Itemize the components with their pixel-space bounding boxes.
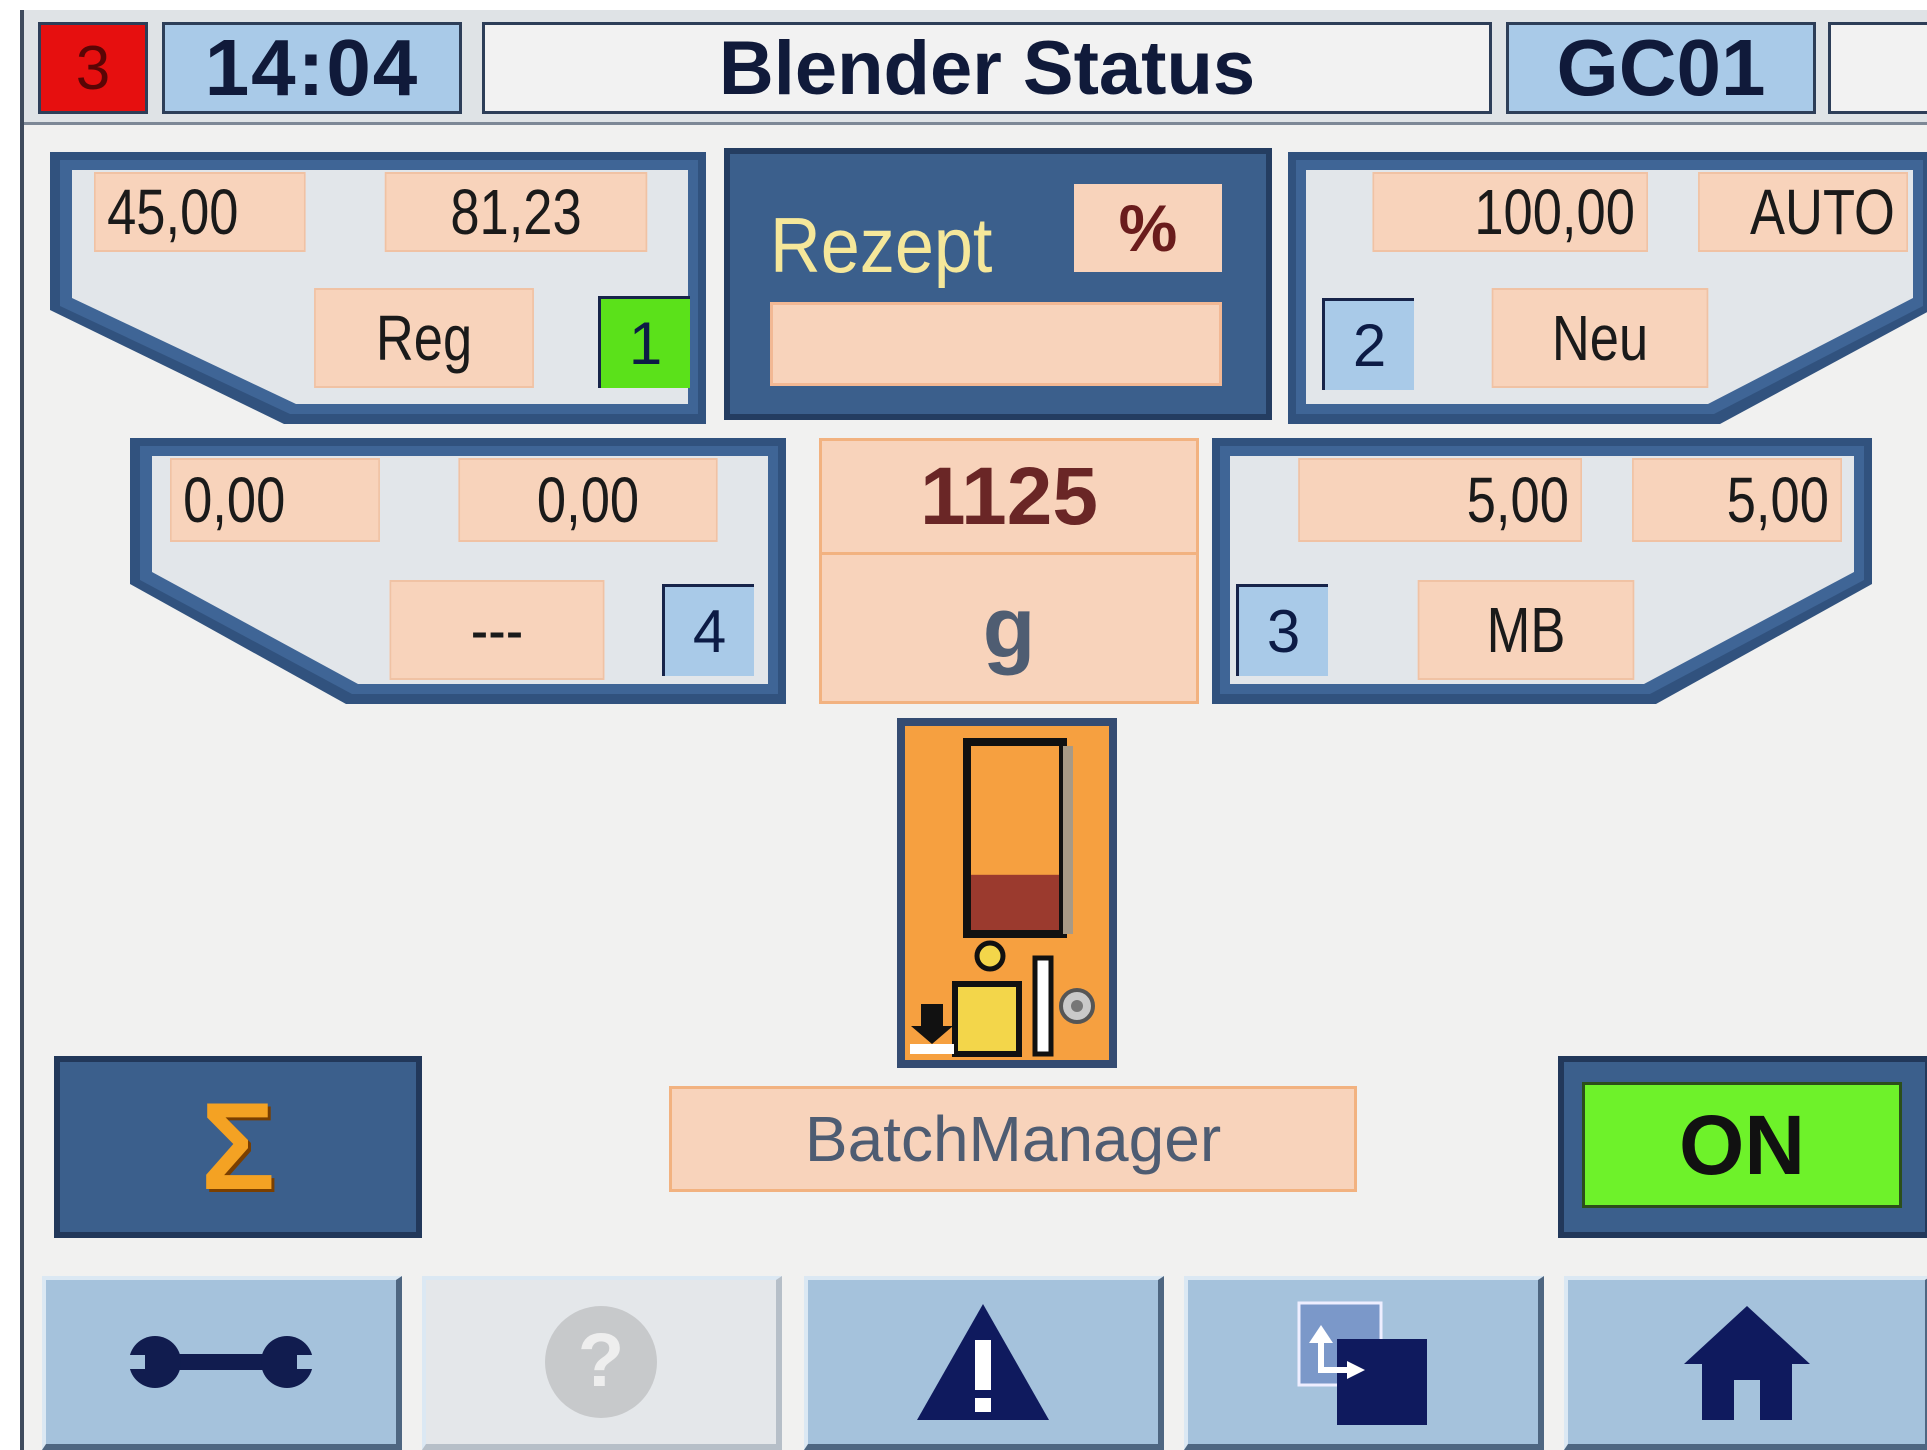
component-3-value-2: 5,00 [1632, 458, 1842, 542]
help-icon: ? [545, 1306, 657, 1418]
component-3-value-1: 5,00 [1298, 458, 1582, 542]
component-1-value-2: 81,23 [384, 172, 648, 252]
component-2-value-1: 100,00 [1372, 172, 1648, 252]
on-status-label: ON [1582, 1082, 1902, 1208]
batch-manager-label[interactable]: BatchManager [669, 1086, 1357, 1192]
component-2-material[interactable]: Neu [1491, 288, 1709, 388]
sigma-icon: Σ [200, 1078, 276, 1216]
on-off-button[interactable]: ON [1558, 1056, 1927, 1238]
wrench-icon [121, 1336, 321, 1388]
batch-weight-unit: g [982, 579, 1036, 676]
recipe-unit: % [1074, 184, 1222, 272]
component-1-number: 1 [598, 296, 690, 388]
component-panel-4[interactable]: 0,00 0,00 --- 4 [126, 434, 786, 710]
component-3-number: 3 [1236, 584, 1328, 676]
component-panel-2[interactable]: 100,00 AUTO 2 Neu [1288, 148, 1927, 424]
settings-button[interactable] [42, 1276, 402, 1450]
component-4-value-2: 0,00 [458, 458, 718, 542]
page-title: Blender Status [482, 22, 1492, 114]
component-2-value-2: AUTO [1698, 172, 1908, 252]
component-4-value-1: 0,00 [170, 458, 380, 542]
hmi-screen: 3 14:04 Blender Status GC01 45,00 81,23 … [20, 10, 1927, 1450]
alarm-count-badge[interactable]: 3 [38, 22, 148, 114]
component-panel-3[interactable]: 5,00 5,00 3 MB [1212, 434, 1872, 710]
recipe-label: Rezept [770, 201, 993, 289]
component-1-material[interactable]: Reg [314, 288, 534, 388]
component-panel-1[interactable]: 45,00 81,23 Reg 1 [46, 148, 706, 424]
component-3-material[interactable]: MB [1417, 580, 1635, 680]
recipe-value[interactable] [770, 302, 1222, 386]
scale-hopper-icon [910, 738, 1095, 1057]
header-status-field [1828, 22, 1927, 114]
help-button[interactable]: ? [422, 1276, 782, 1450]
switch-screen-icon [1297, 1301, 1427, 1425]
component-4-number: 4 [662, 584, 754, 676]
batch-weight-display: 1125 g [819, 438, 1199, 704]
clock: 14:04 [162, 22, 462, 114]
home-button[interactable] [1564, 1276, 1927, 1450]
switch-screen-button[interactable] [1184, 1276, 1544, 1450]
component-1-value-1: 45,00 [94, 172, 306, 252]
alarm-button[interactable] [804, 1276, 1164, 1450]
alarm-warning-icon [917, 1304, 1049, 1420]
totals-button[interactable]: Σ [54, 1056, 422, 1238]
batch-weight-value: 1125 [822, 441, 1196, 555]
hopper-button[interactable] [897, 718, 1117, 1068]
recipe-panel[interactable]: Rezept % [724, 148, 1272, 420]
svg-text:?: ? [578, 1318, 624, 1403]
hopper-fill-level [971, 874, 1059, 930]
component-4-material[interactable]: --- [389, 580, 605, 680]
home-icon [1683, 1306, 1810, 1420]
machine-id: GC01 [1506, 22, 1816, 114]
component-2-number: 2 [1322, 298, 1414, 390]
